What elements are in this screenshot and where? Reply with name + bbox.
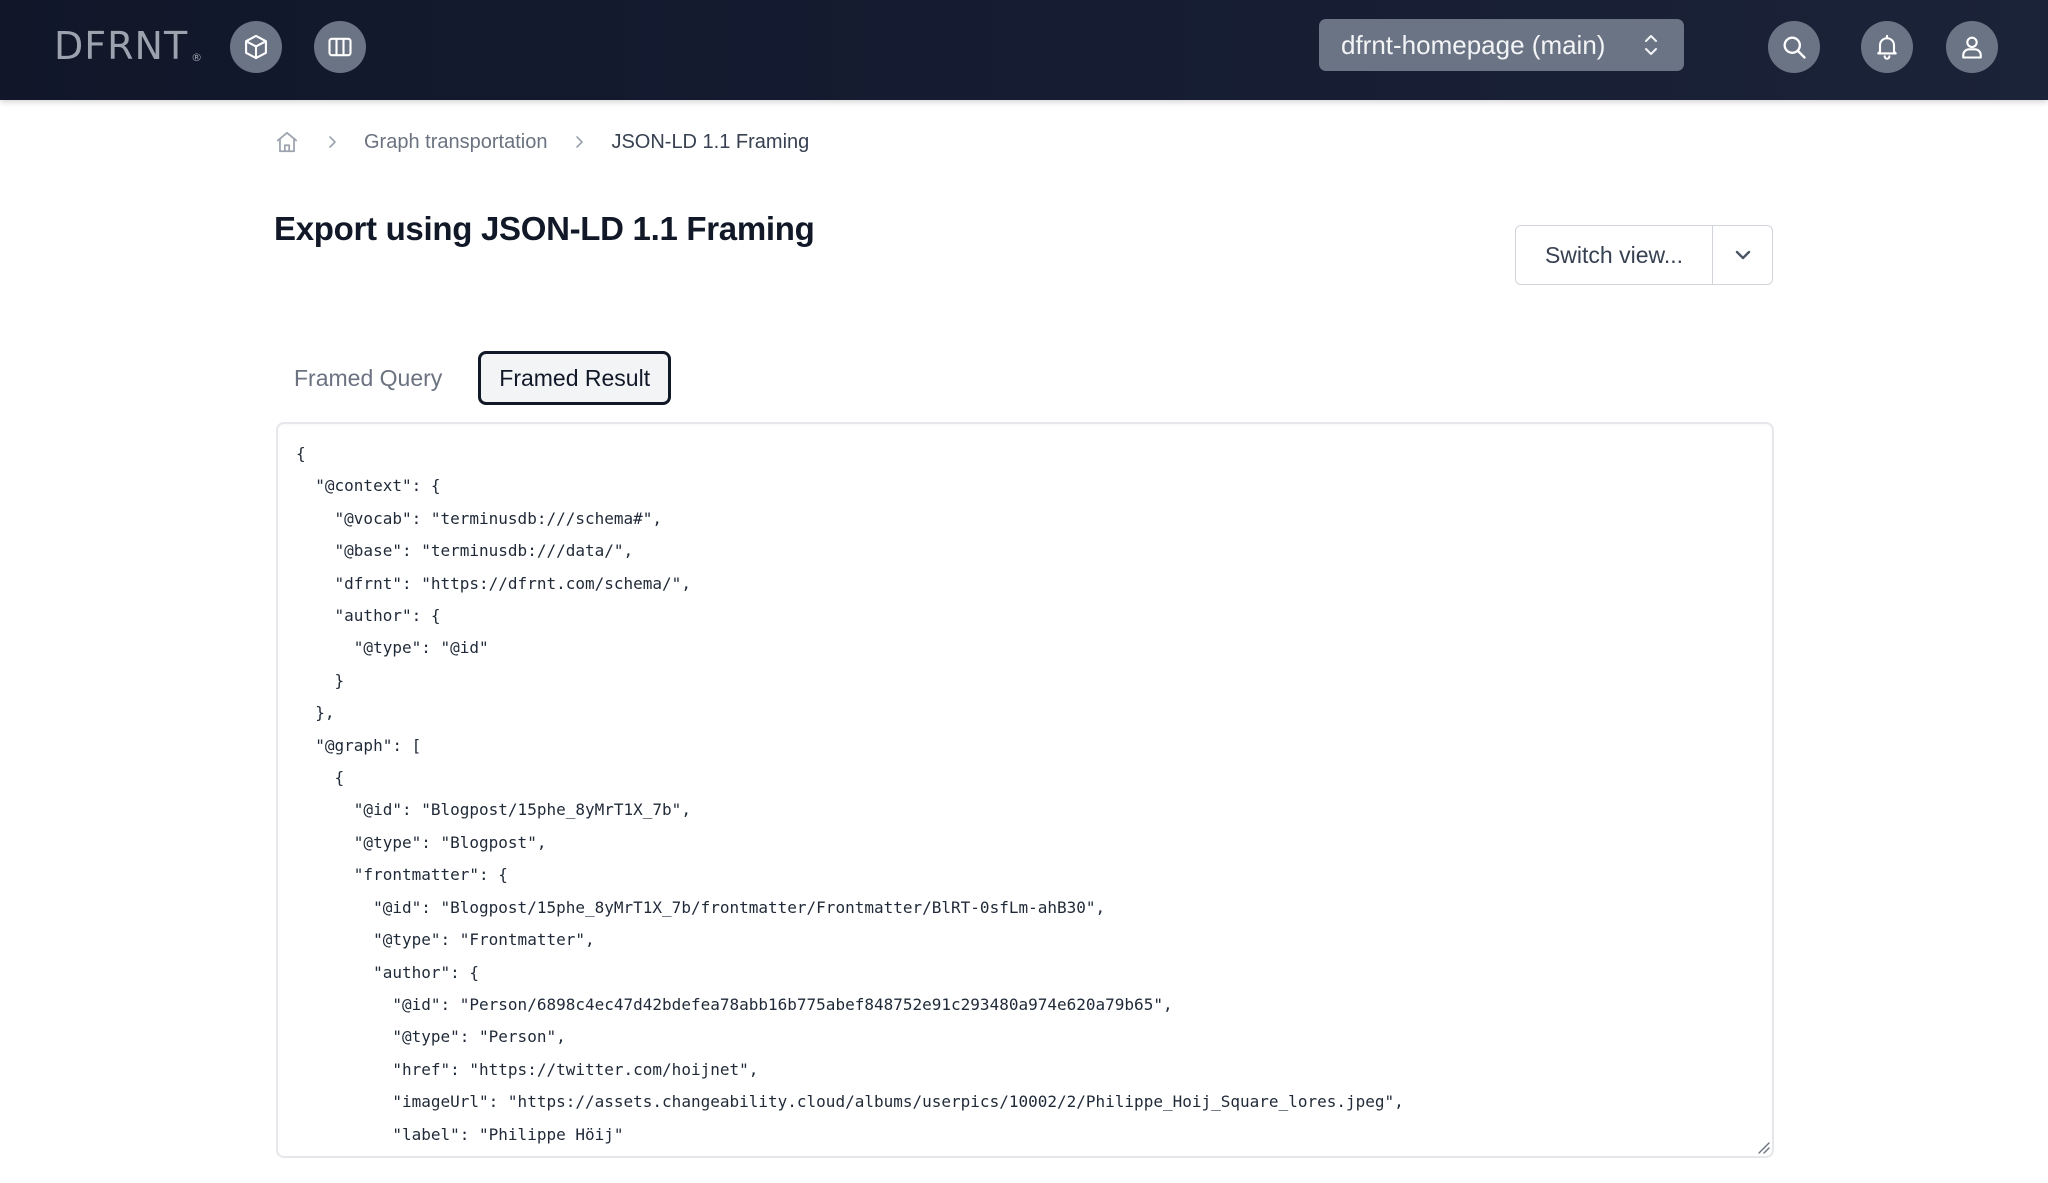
registered-mark: ® [191,51,204,64]
code-line: "@id": "Person/6898c4ec47d42bdefea78abb1… [296,994,1173,1014]
columns-icon [328,37,352,57]
chevron-right-icon [329,136,336,148]
tab-framed-query[interactable]: Framed Query [280,351,456,405]
dfrnt-logo[interactable]: DFRNT ® [54,24,203,68]
code-line: "@type": "Person", [296,1027,566,1047]
code-line: "@id": "Blogpost/15phe_8yMrT1X_7b", [296,800,691,820]
breadcrumb-separator [326,134,338,150]
code-line: "href": "https://twitter.com/hoijnet", [296,1059,759,1079]
breadcrumb: Graph transportation JSON-LD 1.1 Framing [274,124,809,160]
code-line: "@vocab": "terminusdb:///schema#", [296,508,663,528]
code-line: "@id": "Blogpost/15phe_8yMrT1X_7b/frontm… [296,897,1106,917]
notifications-button[interactable] [1861,21,1913,73]
code-line: "@graph": [ [296,735,422,755]
code-line: { [296,444,306,463]
chevron-down-icon [1735,250,1750,260]
code-line: } [296,670,345,690]
cube-button[interactable] [230,21,282,73]
breadcrumb-home[interactable] [274,129,300,155]
code-line: "@type": "Blogpost", [296,832,547,852]
switch-view-dropdown-toggle[interactable] [1713,226,1772,284]
bell-icon [1877,34,1897,60]
code-line: { [296,768,345,788]
framed-result-code-area[interactable]: { "@context": { "@vocab": "terminusdb://… [276,422,1774,1158]
switch-view-control: Switch view... [1515,225,1773,285]
code-line: }, [296,1151,1404,1156]
tab-framed-result[interactable]: Framed Result [478,351,672,405]
code-line: "author": { [296,962,480,982]
database-selector-value: dfrnt-homepage (main) [1341,29,1606,60]
code-line: "@base": "terminusdb:///data/", [296,541,634,561]
logo-text: DFRNT [54,24,189,68]
top-navigation-bar: DFRNT ® dfrnt-homepage (main) [0,0,2048,100]
database-selector[interactable]: dfrnt-homepage (main) [1319,19,1684,71]
cube-icon [245,34,267,60]
chevron-up-down-icon [1645,35,1657,55]
chevron-right-icon [576,136,584,148]
code-line: "imageUrl": "https://assets.changeabilit… [296,1092,1404,1112]
switch-view-button[interactable]: Switch view... [1516,226,1713,284]
code-line: "frontmatter": { [296,865,508,885]
code-line: "dfrnt": "https://dfrnt.com/schema/", [296,573,691,593]
columns-button[interactable] [314,21,366,73]
view-tabs: Framed Query Framed Result [280,351,672,405]
search-icon [1783,36,1806,59]
breadcrumb-item-graph-transportation[interactable]: Graph transportation [364,131,547,154]
search-button[interactable] [1768,21,1820,73]
breadcrumb-separator [573,134,585,150]
home-icon [276,131,298,153]
user-icon [1962,36,1982,59]
code-line: }, [296,703,335,723]
code-line: "@type": "@id" [296,638,489,658]
page-title: Export using JSON-LD 1.1 Framing [274,210,815,247]
code-line: "author": { [296,606,441,626]
code-line: "label": "Philippe Höij" [296,1124,624,1144]
code-line: "@type": "Frontmatter", [296,930,595,950]
user-menu-button[interactable] [1946,21,1998,73]
code-line: "@context": { [296,476,441,496]
breadcrumb-item-current: JSON-LD 1.1 Framing [611,130,810,153]
resize-handle-icon[interactable] [1756,1140,1770,1154]
json-output: { "@context": { "@vocab": "terminusdb://… [296,438,1404,1156]
